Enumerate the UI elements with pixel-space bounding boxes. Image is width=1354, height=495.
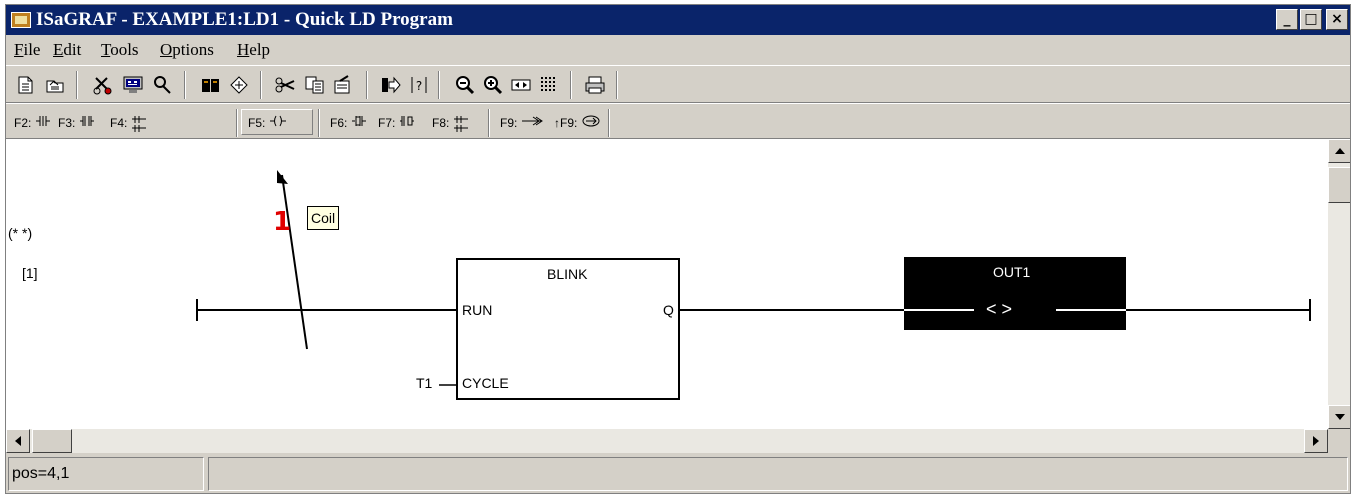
series-coil-icon: [399, 116, 414, 126]
f6-reverse-coil-button[interactable]: F6:: [330, 115, 367, 130]
arrow-left-icon: [15, 436, 21, 446]
maximize-button[interactable]: □: [1300, 9, 1322, 30]
ladder-toolbar: F2: F3: F4: F5: F6: F7: F8: F9: ↑F9:: [6, 103, 1350, 139]
status-bar: pos=4,1: [6, 453, 1350, 493]
menu-help[interactable]: Help: [237, 40, 270, 60]
menu-bar: File Edit Tools Options Help: [6, 35, 1350, 65]
f7-series-coil-button[interactable]: F7:: [378, 115, 415, 130]
close-button[interactable]: ×: [1326, 9, 1348, 30]
cut-red-icon[interactable]: [92, 75, 114, 95]
cut-icon[interactable]: [274, 75, 296, 95]
status-position: pos=4,1: [8, 457, 204, 491]
status-message: [208, 457, 1348, 491]
paste-icon[interactable]: [332, 75, 354, 95]
parallel-contact-icon: [35, 116, 50, 126]
variables-icon[interactable]: [228, 75, 250, 95]
menu-edit[interactable]: Edit: [53, 40, 81, 60]
zoom-out-icon[interactable]: [454, 75, 476, 95]
ladder-rung-graphics: [196, 170, 1311, 400]
branch-contact-icon: [131, 116, 146, 132]
arrow-up-icon: [1335, 148, 1345, 154]
title-bar[interactable]: ISaGRAF - EXAMPLE1:LD1 - Quick LD Progra…: [6, 5, 1350, 35]
return-icon: [582, 115, 600, 127]
jump-icon: [521, 116, 543, 126]
isagraf-app-icon[interactable]: [11, 12, 31, 28]
minimize-button[interactable]: _: [1276, 9, 1298, 30]
coil-symbol[interactable]: < >: [986, 299, 1012, 320]
menu-file[interactable]: File: [14, 40, 40, 60]
series-contact-icon: [79, 116, 94, 126]
search-icon[interactable]: [152, 75, 174, 95]
window-title: ISaGRAF - EXAMPLE1:LD1 - Quick LD Progra…: [36, 9, 453, 30]
arrow-down-icon: [1335, 414, 1345, 420]
vertical-scrollbar[interactable]: [1328, 139, 1350, 429]
copy-icon[interactable]: [304, 75, 326, 95]
goto-icon[interactable]: [380, 75, 402, 95]
branch-coil-icon: [453, 116, 468, 132]
scroll-left-button[interactable]: [6, 429, 30, 453]
block-output-q: Q: [663, 302, 674, 318]
f8-branch-coil-button[interactable]: F8:: [432, 115, 469, 133]
horizontal-scrollbar[interactable]: [6, 429, 1328, 453]
f2-contact-parallel-button[interactable]: F2:: [14, 115, 51, 130]
arrow-right-icon: [1313, 436, 1319, 446]
resize-icon[interactable]: [510, 75, 532, 95]
coil-variable[interactable]: OUT1: [993, 264, 1030, 280]
zoom-in-icon[interactable]: [482, 75, 504, 95]
coil-tooltip: Coil: [307, 206, 340, 230]
parallel-coil-icon: [351, 116, 366, 126]
block-input-run: RUN: [462, 302, 493, 318]
block-input-cycle: CYCLE: [462, 375, 509, 391]
main-toolbar: ?: [6, 65, 1350, 103]
coil-icon: [269, 115, 286, 127]
callout-arrow: [281, 174, 308, 350]
svg-text:?: ?: [416, 79, 422, 93]
dictionary-icon[interactable]: [200, 75, 222, 95]
shift-f9-return-button[interactable]: ↑F9:: [554, 115, 601, 130]
scroll-right-button[interactable]: [1304, 429, 1328, 453]
f3-contact-series-button[interactable]: F3:: [58, 115, 95, 130]
ladder-canvas[interactable]: (* *) [1] BLINK RUN CYCLE Q T1 OUT1 < >: [6, 139, 1328, 429]
new-icon[interactable]: [14, 75, 36, 95]
horizontal-scroll-thumb[interactable]: [32, 429, 72, 453]
block-name: BLINK: [547, 266, 588, 282]
scroll-down-button[interactable]: [1328, 405, 1350, 429]
cycle-variable[interactable]: T1: [416, 375, 432, 391]
f5-coil-button[interactable]: F5:: [248, 115, 287, 130]
grid-icon[interactable]: [538, 75, 560, 95]
menu-options[interactable]: Options: [160, 40, 214, 60]
open-icon[interactable]: [44, 75, 66, 95]
f9-jump-button[interactable]: F9:: [500, 115, 545, 130]
app-window: ISaGRAF - EXAMPLE1:LD1 - Quick LD Progra…: [5, 4, 1351, 494]
find-icon[interactable]: ?: [408, 75, 430, 95]
scroll-up-button[interactable]: [1328, 139, 1350, 163]
vertical-scroll-thumb[interactable]: [1328, 167, 1350, 203]
scrollbar-corner: [1328, 429, 1350, 453]
print-icon[interactable]: [584, 75, 606, 95]
f4-contact-branch-button[interactable]: F4:: [110, 115, 147, 133]
menu-tools[interactable]: Tools: [101, 40, 139, 60]
monitor-icon[interactable]: [122, 75, 144, 95]
callout-number: 1: [273, 207, 292, 237]
